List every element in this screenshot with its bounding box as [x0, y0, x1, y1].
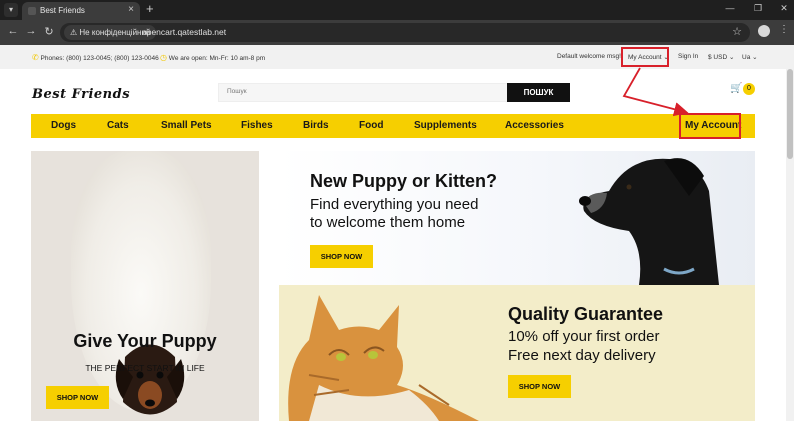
reload-icon[interactable]: ↻	[42, 25, 56, 38]
nav-item-accessories[interactable]: Accessories	[505, 120, 564, 131]
phone-icon: ✆	[32, 53, 39, 62]
promo-left-title: Give Your Puppy	[73, 331, 217, 351]
nav-item-small-pets[interactable]: Small Pets	[161, 120, 212, 131]
browser-tab[interactable]: Best Friends ×	[22, 2, 140, 20]
hours-text: We are open: Mn-Fr: 10 am-8 pm	[168, 55, 266, 62]
tab-title: Best Friends	[40, 6, 85, 15]
chevron-down-icon: ⌄	[728, 54, 735, 61]
promo-bottom-shop-button[interactable]: SHOP NOW	[508, 375, 571, 398]
browser-tab-strip: ▾ Best Friends × + — ❐ ✕	[0, 0, 794, 20]
forward-icon[interactable]: →	[24, 25, 38, 37]
promo-top-line2: to welcome them home	[310, 214, 466, 231]
address-bar[interactable]: ⚠ Не конфіденційний opencart.qatestlab.n…	[60, 23, 750, 42]
page-scrollbar[interactable]	[786, 45, 794, 421]
promo-left-shop-button[interactable]: SHOP NOW	[46, 386, 109, 409]
minimize-icon[interactable]: —	[722, 3, 738, 13]
language-select[interactable]: Ua ⌄	[742, 53, 758, 61]
main-nav: Dogs Cats Small Pets Fishes Birds Food S…	[31, 114, 755, 138]
url-text: opencart.qatestlab.net	[142, 27, 227, 37]
promo-bottom-line1: 10% off your first order	[508, 328, 660, 345]
scroll-thumb[interactable]	[787, 69, 793, 159]
promo-bottom-banner[interactable]: Quality Guarantee 10% off your first ord…	[279, 285, 755, 421]
search-button[interactable]: ПОШУК	[507, 83, 570, 102]
promo-bottom-text: 10% off your first order Free next day d…	[508, 327, 659, 365]
nav-item-supplements[interactable]: Supplements	[414, 120, 477, 131]
promo-top-line1: Find everything you need	[310, 196, 479, 213]
clock-icon: ◷	[160, 53, 167, 62]
back-icon[interactable]: ←	[6, 25, 20, 37]
phones-text: Phones: (800) 123-0045; (800) 123-0046	[40, 55, 159, 62]
cat-image	[288, 295, 479, 421]
site-info-label: Не конфіденційний	[79, 28, 151, 37]
search-input[interactable]	[227, 88, 497, 95]
promo-top-shop-button[interactable]: SHOP NOW	[310, 245, 373, 268]
favicon-icon	[28, 7, 36, 15]
welcome-msg: Default welcome msg!	[557, 53, 621, 60]
currency-select[interactable]: $ USD ⌄	[708, 53, 734, 61]
nav-item-birds[interactable]: Birds	[303, 120, 329, 131]
nav-item-fishes[interactable]: Fishes	[241, 120, 273, 131]
phones-info: ✆ Phones: (800) 123-0045; (800) 123-0046	[32, 53, 159, 62]
nav-item-dogs[interactable]: Dogs	[51, 120, 76, 131]
bookmark-star-icon[interactable]: ☆	[732, 25, 742, 38]
promo-top-text: Find everything you need to welcome them…	[310, 196, 478, 232]
profile-icon[interactable]	[758, 25, 770, 37]
promo-bottom-title: Quality Guarantee	[508, 304, 664, 324]
currency-label: $ USD	[708, 54, 728, 61]
nav-item-cats[interactable]: Cats	[107, 120, 129, 131]
annotation-box-topbar	[621, 47, 669, 67]
hours-info: ◷ We are open: Mn-Fr: 10 am-8 pm	[160, 53, 265, 62]
chevron-down-icon: ⌄	[752, 54, 758, 61]
window-close-icon[interactable]: ✕	[776, 3, 792, 14]
restore-icon[interactable]: ❐	[750, 3, 766, 14]
promo-top-title: New Puppy or Kitten?	[310, 171, 498, 191]
cart-icon[interactable]: 🛒	[730, 83, 742, 94]
search-box	[218, 83, 508, 102]
annotation-box-nav	[679, 113, 741, 139]
close-icon[interactable]: ×	[128, 4, 134, 15]
promo-top-banner[interactable]: New Puppy or Kitten? Find everything you…	[279, 151, 755, 285]
new-tab-button[interactable]: +	[146, 1, 154, 16]
cart-count-badge: 0	[743, 83, 755, 95]
site-logo[interactable]: Best Friends	[32, 87, 130, 102]
menu-kebab-icon[interactable]: ⋮	[779, 24, 789, 35]
warning-icon: ⚠	[70, 28, 80, 37]
promo-left-subtitle: THE PERFECT START IN LIFE	[85, 363, 205, 373]
language-label: Ua	[742, 54, 751, 61]
promo-left-banner[interactable]: Give Your Puppy THE PERFECT START IN LIF…	[31, 151, 259, 421]
sign-in-link[interactable]: Sign In	[678, 53, 698, 60]
tab-search-icon[interactable]: ▾	[4, 3, 18, 17]
black-dog-image	[579, 158, 719, 285]
nav-item-food[interactable]: Food	[359, 120, 383, 131]
browser-toolbar: ← → ↻ ⚠ Не конфіденційний opencart.qates…	[0, 20, 794, 45]
promo-bottom-line2: Free next day delivery	[508, 347, 656, 364]
